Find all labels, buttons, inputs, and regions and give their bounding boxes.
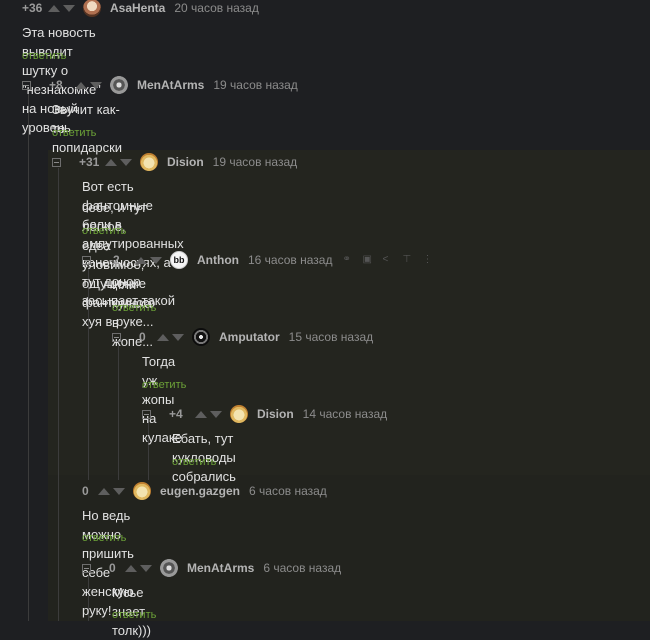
reply-link[interactable]: ответить	[52, 127, 96, 139]
downvote-icon[interactable]	[120, 158, 132, 166]
author-name[interactable]: Dision	[257, 407, 294, 421]
avatar[interactable]	[140, 153, 158, 171]
upvote-icon[interactable]	[98, 487, 110, 495]
downvote-icon[interactable]	[150, 256, 162, 264]
comment-time[interactable]: 16 часов назад	[248, 253, 332, 267]
share-icon[interactable]: <	[382, 255, 392, 265]
thread-line[interactable]	[28, 92, 29, 621]
collapse-toggle[interactable]	[22, 80, 31, 90]
author-name[interactable]: eugen.gazgen	[160, 484, 240, 498]
reply-link[interactable]: ответить	[82, 532, 126, 544]
comment-rating: +4	[169, 407, 183, 421]
avatar[interactable]	[160, 559, 178, 577]
save-icon[interactable]: ▣	[362, 255, 372, 265]
collapse-toggle[interactable]	[52, 157, 61, 167]
upvote-icon[interactable]	[105, 158, 117, 166]
thread-line[interactable]	[58, 168, 59, 621]
comment-time[interactable]: 20 часов назад	[174, 1, 258, 15]
author-name[interactable]: Dision	[167, 155, 204, 169]
upvote-icon[interactable]	[195, 410, 207, 418]
comment-time[interactable]: 6 часов назад	[263, 561, 341, 575]
upvote-icon[interactable]	[125, 564, 137, 572]
reply-link[interactable]: ответить	[172, 456, 216, 468]
avatar[interactable]: bb	[170, 251, 188, 269]
collapse-toggle[interactable]	[82, 255, 91, 265]
upvote-icon[interactable]	[157, 333, 169, 341]
more-icon[interactable]: ⋮	[422, 255, 432, 265]
downvote-icon[interactable]	[90, 81, 102, 89]
comment-rating: 0	[109, 561, 116, 575]
pin-icon[interactable]: ⊤	[402, 255, 412, 265]
comment-rating: 0	[139, 330, 146, 344]
author-name[interactable]: Anthon	[197, 253, 239, 267]
avatar[interactable]	[110, 76, 128, 94]
author-name[interactable]: MenAtArms	[137, 78, 204, 92]
avatar[interactable]	[192, 328, 210, 346]
downvote-icon[interactable]	[172, 333, 184, 341]
thread-line[interactable]	[118, 344, 119, 480]
avatar[interactable]	[83, 0, 101, 17]
downvote-icon[interactable]	[140, 564, 152, 572]
collapse-toggle[interactable]	[82, 563, 91, 573]
author-name[interactable]: Amputator	[219, 330, 280, 344]
comment-rating: +36	[22, 1, 43, 15]
reply-link[interactable]: ответить	[82, 225, 126, 237]
comment-rating: +31	[79, 155, 100, 169]
upvote-icon[interactable]	[48, 4, 60, 12]
collapse-toggle[interactable]	[142, 409, 151, 419]
downvote-icon[interactable]	[210, 410, 222, 418]
avatar-glyph: bb	[173, 255, 185, 265]
reply-link[interactable]: ответить	[142, 379, 186, 391]
upvote-icon[interactable]	[135, 256, 147, 264]
author-name[interactable]: AsaHenta	[110, 1, 165, 15]
comment-rating: +8	[49, 78, 63, 92]
upvote-icon[interactable]	[75, 81, 87, 89]
reply-link[interactable]: ответить	[112, 609, 156, 621]
comment-time[interactable]: 19 часов назад	[213, 155, 297, 169]
avatar[interactable]	[133, 482, 151, 500]
comment-rating: -2	[109, 253, 120, 267]
comment-time[interactable]: 14 часов назад	[303, 407, 387, 421]
comment-rating: 0	[82, 484, 89, 498]
downvote-icon[interactable]	[113, 487, 125, 495]
link-icon[interactable]: ⚭	[342, 255, 352, 265]
avatar[interactable]	[230, 405, 248, 423]
downvote-icon[interactable]	[63, 4, 75, 12]
comment-time[interactable]: 19 часов назад	[213, 78, 297, 92]
author-name[interactable]: MenAtArms	[187, 561, 254, 575]
collapse-toggle[interactable]	[112, 332, 121, 342]
reply-link[interactable]: ответить	[112, 302, 156, 314]
reply-link[interactable]: ответить	[22, 50, 66, 62]
comment-time[interactable]: 6 часов назад	[249, 484, 327, 498]
comment-time[interactable]: 15 часов назад	[289, 330, 373, 344]
